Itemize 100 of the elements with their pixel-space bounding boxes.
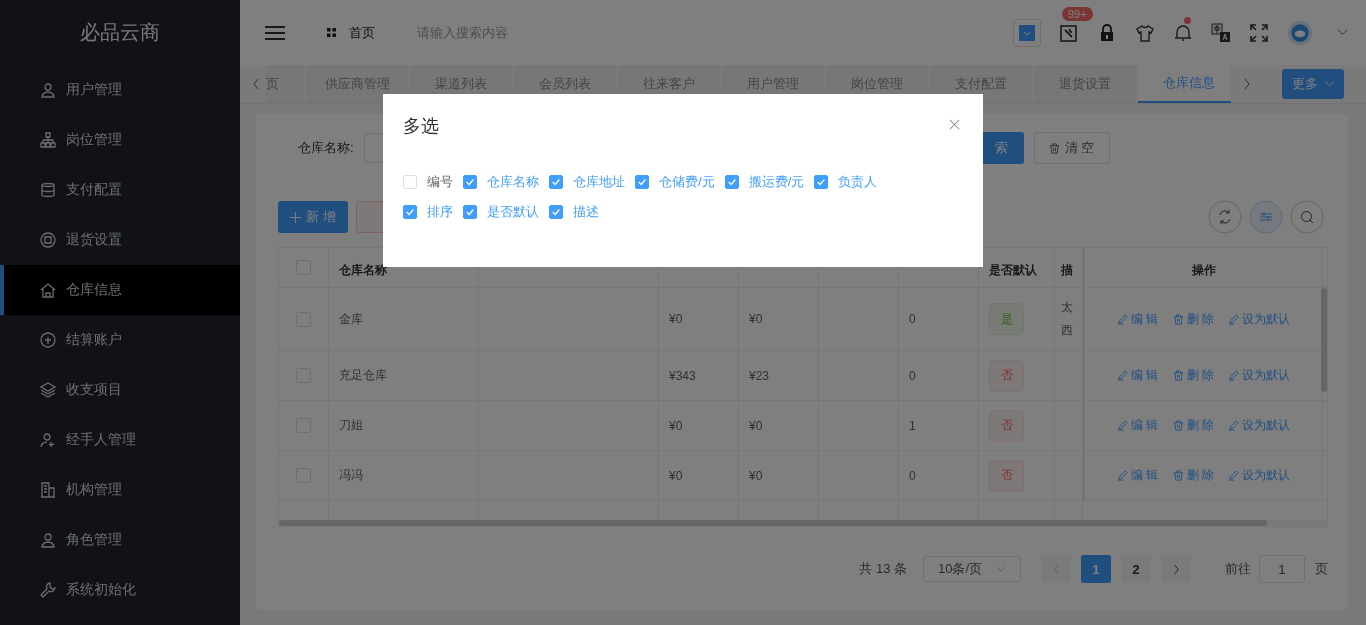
action-link[interactable]: 删 除: [1172, 367, 1214, 384]
chevron-right-icon: [1172, 563, 1180, 575]
column-checkbox[interactable]: 仓库地址: [549, 172, 625, 192]
table-cell: ¥23: [749, 368, 770, 383]
table-cell: ¥343: [669, 368, 696, 383]
table-cell: ¥0: [669, 312, 683, 326]
table-cell: ¥0: [669, 418, 683, 433]
page-field[interactable]: 1: [1259, 555, 1305, 583]
action-link[interactable]: 设为默认: [1227, 310, 1290, 328]
column-checkbox[interactable]: 描述: [549, 202, 599, 222]
search-icon[interactable]: [1290, 200, 1324, 234]
pencil-icon: [1227, 313, 1239, 325]
caret-icon: [1323, 80, 1335, 88]
status-tag: 否: [989, 459, 1024, 492]
sidebar-item[interactable]: 退货设置: [0, 215, 240, 265]
table-cell: 太: [1061, 299, 1073, 316]
dropdown-icon: [1019, 24, 1035, 41]
sidebar-item[interactable]: 收支项目: [0, 365, 240, 415]
bell-icon[interactable]: [1173, 22, 1193, 43]
table-cell: 金库: [339, 310, 363, 328]
sidebar-item[interactable]: 系统初始化: [0, 565, 240, 615]
checkmark-icon: [405, 207, 415, 217]
action-link[interactable]: 设为默认: [1227, 467, 1290, 484]
table-cell: 西: [1061, 322, 1073, 339]
translate-icon[interactable]: [1211, 22, 1231, 43]
sidebar-item[interactable]: 支付配置: [0, 165, 240, 215]
scrollbar[interactable]: [279, 520, 1267, 526]
database-icon: [40, 182, 56, 198]
sidebar-item[interactable]: 结算账户: [0, 315, 240, 365]
trash-icon: [1172, 420, 1184, 431]
action-link[interactable]: 编 辑: [1117, 417, 1159, 434]
avatar[interactable]: [1287, 19, 1313, 46]
action-link[interactable]: 删 除: [1172, 417, 1214, 434]
table-cell: ¥0: [749, 312, 763, 326]
close-icon[interactable]: [949, 119, 960, 130]
scroll-right-icon[interactable]: [1243, 78, 1251, 90]
checkmark-icon: [726, 177, 737, 187]
add-button[interactable]: 新 增: [278, 201, 348, 233]
more-button[interactable]: 更多: [1282, 69, 1344, 99]
sidebar-item[interactable]: 经手人管理: [0, 415, 240, 465]
action-link[interactable]: 编 辑: [1117, 367, 1159, 384]
page-suffix: 页: [1315, 560, 1328, 578]
sidebar-item[interactable]: 用户管理: [0, 65, 240, 115]
shirt-icon[interactable]: [1135, 22, 1155, 43]
refresh-icon[interactable]: [1208, 200, 1242, 234]
menu-icon[interactable]: [265, 24, 285, 41]
pencil-icon: [1227, 370, 1239, 381]
fullscreen-icon[interactable]: [1249, 22, 1269, 43]
sidebar-item[interactable]: 机构管理: [0, 465, 240, 515]
plus-icon: [290, 211, 302, 223]
chevron-left-icon: [1052, 563, 1060, 575]
caret-icon[interactable]: [1337, 29, 1348, 36]
pencil-icon: [1117, 313, 1129, 325]
status-tag: 否: [989, 359, 1024, 392]
table-cell: 充足仓库: [339, 367, 387, 384]
trash-icon: [1172, 470, 1184, 481]
action-link[interactable]: 删 除: [1172, 310, 1214, 328]
field-label: 仓库名称:: [298, 139, 354, 157]
sidebar-item[interactable]: 岗位管理: [0, 115, 240, 165]
status-tag: 是: [989, 303, 1024, 335]
sitemap-icon: [40, 132, 56, 148]
trash-icon: [1048, 142, 1060, 154]
layers-icon: [40, 382, 56, 398]
page-button[interactable]: 1: [1081, 555, 1111, 583]
column-checkbox[interactable]: 编号: [403, 172, 453, 192]
goto-label: 前往: [1225, 560, 1251, 578]
scroll-left-icon[interactable]: [252, 78, 260, 90]
grid-icon: [327, 28, 336, 37]
action-link[interactable]: 编 辑: [1117, 467, 1159, 484]
tab[interactable]: 仓库信息: [1138, 65, 1231, 103]
column-checkbox[interactable]: 是否默认: [463, 202, 539, 222]
filter-columns-icon[interactable]: [1249, 200, 1283, 234]
table-cell: 0: [909, 468, 916, 483]
checkmark-icon: [816, 177, 827, 187]
table-cell: ¥0: [749, 418, 763, 433]
page-button[interactable]: 2: [1121, 555, 1151, 583]
notification-badge: 99+: [1062, 6, 1093, 21]
column-checkbox[interactable]: 搬运费/元: [724, 172, 805, 192]
sidebar-item[interactable]: 角色管理: [0, 515, 240, 565]
column-checkbox[interactable]: 仓库名称: [463, 172, 539, 192]
action-link[interactable]: 设为默认: [1227, 367, 1290, 384]
column-checkbox[interactable]: 排序: [403, 202, 453, 222]
sidebar-item[interactable]: 仓库信息: [0, 265, 240, 315]
notification-dot: [1184, 16, 1191, 24]
checkmark-icon: [637, 177, 647, 187]
column-checkbox[interactable]: 仓储费/元: [635, 172, 715, 192]
page-size-select[interactable]: 10条/页: [923, 556, 1021, 582]
action-link[interactable]: 删 除: [1172, 467, 1214, 484]
action-link[interactable]: 设为默认: [1227, 417, 1290, 434]
scrollbar[interactable]: [1321, 288, 1327, 392]
column-header: 是否默认: [989, 262, 1037, 279]
app-logo: 必品云商: [79, 20, 161, 45]
size-dropdown[interactable]: [1013, 18, 1041, 47]
breadcrumb[interactable]: 首页: [349, 23, 375, 42]
column-checkbox[interactable]: 负责人: [814, 172, 878, 192]
checkmark-icon: [551, 177, 561, 187]
user-icon: [40, 82, 56, 98]
clear-button[interactable]: 清 空: [1033, 132, 1110, 164]
action-link[interactable]: 编 辑: [1117, 310, 1159, 328]
column-header: 仓库名称: [339, 262, 387, 279]
